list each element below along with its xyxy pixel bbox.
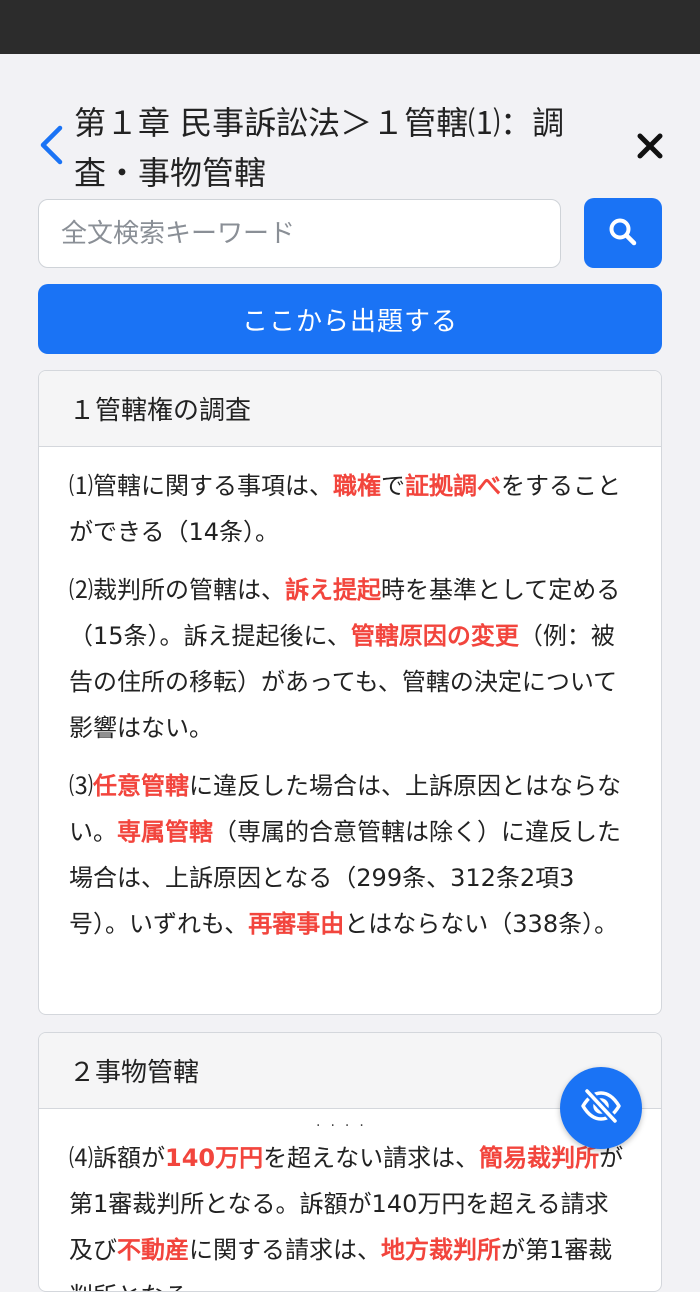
text-segment: ⑷訴額が: [69, 1144, 165, 1172]
text-segment: ⑶: [69, 772, 93, 800]
text-segment: とはならない（338条）。: [344, 910, 619, 938]
page-title: 第１章 民事訴訟法＞１管轄⑴：調査・事物管轄: [74, 104, 565, 192]
card-header: １管轄権の調査: [39, 371, 661, 447]
highlight-term: 訴え提起: [285, 576, 381, 604]
highlight-term: 職権: [333, 472, 381, 500]
close-button[interactable]: [630, 128, 670, 168]
paragraph: ⑵裁判所の管轄は、訴え提起時を基準として定める（15条）。訴え提起後に、管轄原因…: [69, 567, 631, 751]
toggle-hide-button[interactable]: [560, 1067, 642, 1149]
highlight-term: 専属管轄: [117, 818, 213, 846]
search-button[interactable]: [584, 198, 662, 268]
highlight-term: 再審事由: [248, 910, 345, 938]
text-segment: で: [381, 472, 405, 500]
highlight-term: 不動産: [117, 1236, 189, 1264]
back-button[interactable]: [34, 124, 68, 170]
eye-off-icon: [578, 1083, 624, 1133]
highlight-term: 140万円: [165, 1144, 264, 1172]
paragraph: ⑷訴額が140万円を超えない請求は、簡易裁判所が第1審裁判所となる。訴額が140…: [69, 1135, 631, 1291]
paragraph: ⑶任意管轄に違反した場合は、上訴原因とはならない。専属管轄（専属的合意管轄は除く…: [69, 763, 631, 947]
start-quiz-button[interactable]: ここから出題する: [38, 284, 662, 354]
chevron-left-icon: [38, 125, 64, 169]
drag-handle-dots: ····: [316, 1118, 374, 1134]
text-segment: に関する請求は、: [189, 1236, 381, 1264]
highlight-term: 証拠調べ: [405, 472, 501, 500]
search-input[interactable]: [38, 199, 561, 268]
close-icon: [637, 133, 663, 163]
paragraph: ⑴管轄に関する事項は、職権で証拠調べをすることができる（14条）。: [69, 463, 631, 555]
text-segment: ⑴管轄に関する事項は、: [69, 472, 333, 500]
status-bar: [0, 0, 700, 54]
text-segment: を超えない請求は、: [263, 1144, 480, 1172]
card-body: ⑴管轄に関する事項は、職権で証拠調べをすることができる（14条）。 ⑵裁判所の管…: [39, 447, 661, 947]
header: 第１章 民事訴訟法＞１管轄⑴：調査・事物管轄: [0, 54, 700, 200]
highlight-term: 任意管轄: [93, 772, 189, 800]
section-card: ２事物管轄 ⑷訴額が140万円を超えない請求は、簡易裁判所が第1審裁判所となる。…: [38, 1032, 662, 1292]
card-body: ⑷訴額が140万円を超えない請求は、簡易裁判所が第1審裁判所となる。訴額が140…: [39, 1109, 661, 1291]
section-card: １管轄権の調査 ⑴管轄に関する事項は、職権で証拠調べをすることができる（14条）…: [38, 370, 662, 1015]
highlight-term: 管轄原因の変更: [350, 622, 519, 650]
highlight-term: 簡易裁判所: [479, 1144, 600, 1172]
highlight-term: 地方裁判所: [381, 1236, 501, 1264]
text-segment: ⑵裁判所の管轄は、: [69, 576, 285, 604]
search-icon: [608, 217, 638, 250]
